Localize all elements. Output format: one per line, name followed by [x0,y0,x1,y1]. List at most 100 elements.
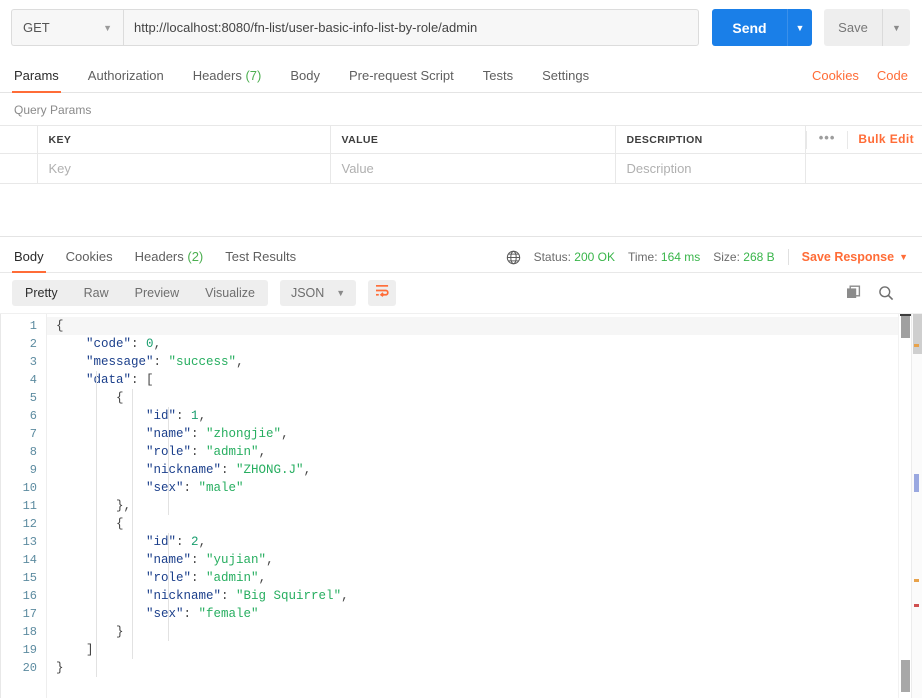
code-token: } [56,661,64,675]
code-line: "message": "success", [47,353,922,371]
response-format-select[interactable]: JSON ▼ [279,280,357,306]
code-token: "admin" [206,445,259,459]
cookies-link[interactable]: Cookies [812,68,859,83]
line-number-gutter: 1 2 3 4 5 6 7 8 9 10 11 12 13 14 15 16 17 18 19 20 [0,314,47,698]
url-input[interactable]: http://localhost:8080/fn-list/user-basic… [123,9,699,46]
save-button[interactable]: Save [824,9,882,46]
save-response-button[interactable]: Save Response ▼ [802,250,908,264]
table-header-row: KEY VALUE DESCRIPTION ••• Bulk Edit [0,125,922,154]
query-params-section: Query Params KEY VALUE DESCRIPTION ••• B… [0,93,922,236]
param-description-input[interactable]: Description [614,153,806,184]
json-code-content[interactable]: { "code": 0, "message": "success", "data… [47,314,922,698]
marker [914,579,919,582]
param-key-input[interactable]: Key [36,153,331,184]
code-line: "name": "zhongjie", [47,425,922,443]
code-token: : [191,445,207,459]
line-number: 17 [22,607,37,621]
tab-label: Params [14,68,59,83]
response-tools [846,285,912,301]
view-visualize[interactable]: Visualize [192,280,268,306]
code-link[interactable]: Code [877,68,908,83]
divider [787,249,789,265]
response-tab-headers[interactable]: Headers (2) [135,249,204,272]
code-token: : [153,355,169,369]
tab-authorization[interactable]: Authorization [88,68,164,92]
response-view-toolbar: Pretty Raw Preview Visualize JSON ▼ [0,273,922,313]
copy-icon[interactable] [846,285,862,301]
tab-label: Body [290,68,320,83]
indent-guide [168,407,169,515]
code-token: "sex" [146,481,184,495]
line-number: 5 [29,391,37,405]
tab-pre-request-script[interactable]: Pre-request Script [349,68,454,92]
tab-label: Headers [134,249,184,264]
code-token: : [183,481,199,495]
line-number: 16 [22,589,37,603]
size-badge: Size: 268 B [713,250,774,264]
format-label: JSON [290,286,325,300]
postman-window: GET ▼ http://localhost:8080/fn-list/user… [0,0,922,698]
status-value: 200 OK [574,250,615,264]
code-token: } [116,625,124,639]
send-button[interactable]: Send [712,9,787,46]
save-options-chevron-down-icon[interactable]: ▼ [882,9,910,46]
code-token: "ZHONG.J" [236,463,304,477]
code-token: "id" [146,535,177,549]
tab-tests[interactable]: Tests [483,68,513,92]
tab-body[interactable]: Body [290,68,320,92]
code-line: }, [47,497,922,515]
code-line: "role": "admin", [47,443,922,461]
response-body-viewer[interactable]: 1 2 3 4 5 6 7 8 9 10 11 12 13 14 15 16 17 18 19 20 { "code"… [0,313,922,698]
http-method-label: GET [23,20,50,35]
response-tab-body[interactable]: Body [12,249,46,273]
code-token: : [191,553,207,567]
response-tab-cookies[interactable]: Cookies [66,249,113,272]
tab-headers[interactable]: Headers (7) [193,68,262,92]
code-token: : [176,535,192,549]
tab-settings[interactable]: Settings [542,68,589,92]
globe-icon [506,250,521,265]
line-number: 12 [22,517,37,531]
code-token: "female" [198,607,259,621]
send-options-chevron-down-icon[interactable]: ▼ [787,9,812,46]
code-token: "yujian" [206,553,267,567]
line-number: 15 [22,571,37,585]
code-token: , [153,337,162,351]
line-number: 4 [29,373,37,387]
code-vertical-scrollbar[interactable] [898,314,911,698]
code-token: 1 [191,409,199,423]
line-number: 6 [29,409,37,423]
code-token: : [191,571,207,585]
page-scrollbar[interactable] [911,314,922,698]
scrollbar-thumb-lower[interactable] [901,660,910,692]
code-token: "Big Squirrel" [236,589,342,603]
status-label: Status: [533,250,571,264]
tab-label: Test Results [225,249,297,264]
tab-count-badge: (2) [187,249,204,264]
scrollbar-thumb[interactable] [900,314,911,338]
code-line: "sex": "female" [47,605,922,623]
view-pretty[interactable]: Pretty [12,280,71,306]
more-options-icon[interactable]: ••• [805,130,848,149]
line-number: 10 [22,481,37,495]
query-params-title: Query Params [14,103,92,117]
line-number: 18 [22,625,37,639]
param-value-input[interactable]: Value [329,153,616,184]
http-method-select[interactable]: GET ▼ [11,9,123,46]
code-token: : [183,607,199,621]
response-tab-test-results[interactable]: Test Results [225,249,296,272]
bulk-edit-link[interactable]: Bulk Edit [847,130,914,149]
search-icon[interactable] [878,285,894,301]
chevron-down-icon: ▼ [103,22,112,33]
code-token: , [236,355,244,369]
word-wrap-button[interactable] [368,280,397,306]
line-number: 3 [29,355,37,369]
view-raw[interactable]: Raw [71,280,122,306]
code-line: } [47,659,922,677]
select-all-checkbox-cell[interactable] [0,125,38,154]
view-preview[interactable]: Preview [122,280,192,306]
code-token: , [266,553,274,567]
row-checkbox-cell[interactable] [0,153,38,184]
column-header-actions: ••• Bulk Edit [804,125,922,154]
tab-params[interactable]: Params [12,68,61,93]
